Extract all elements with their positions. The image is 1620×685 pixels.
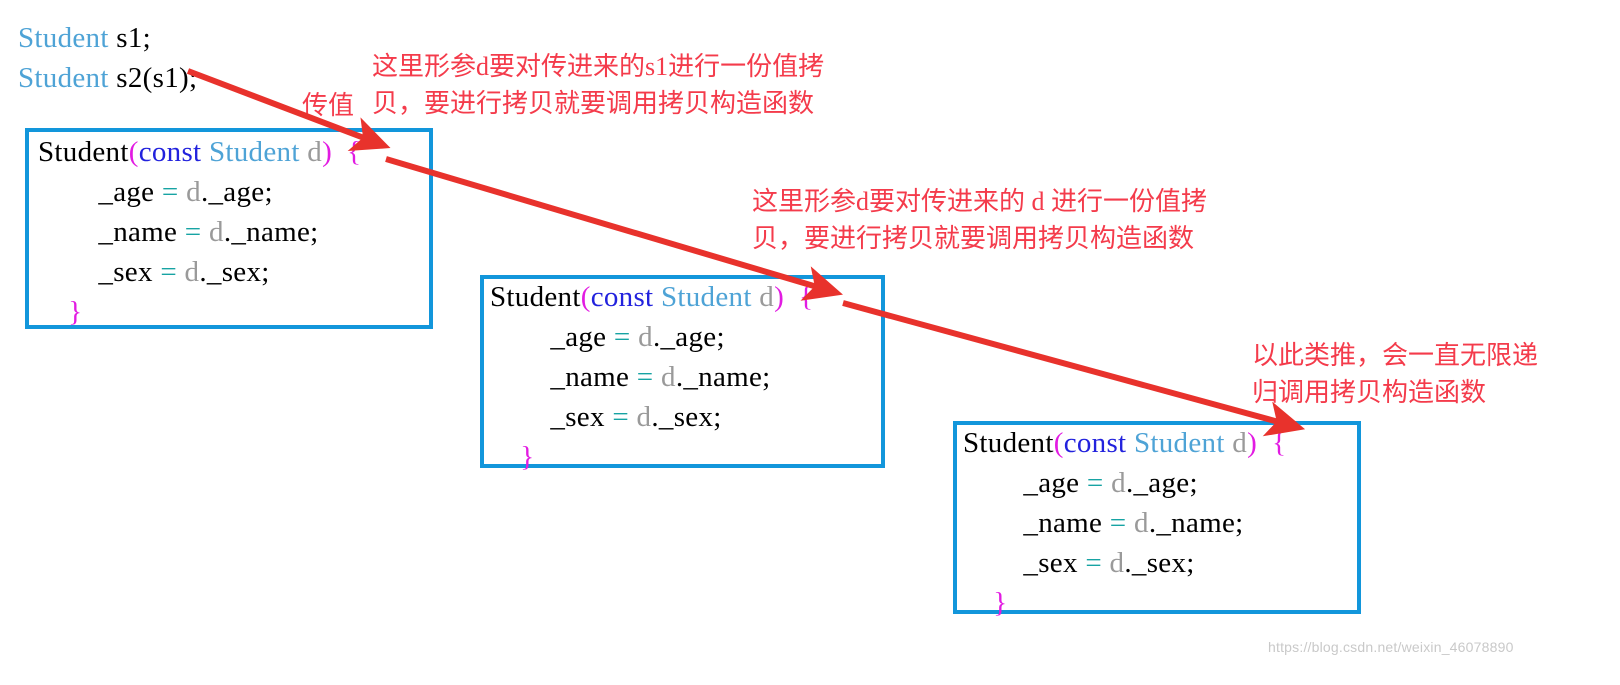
body-obj-3-1: d — [1134, 507, 1149, 539]
sig-keyword-1: const — [138, 136, 202, 168]
copy-constructor-code-2: Student(const Student d) { _age = d._age… — [490, 277, 813, 477]
annotation-note-3-line-1: 以此类推，会一直无限递 — [1252, 341, 1539, 370]
sig-open-paren-1: ( — [128, 136, 139, 168]
body-op-2-1: = — [636, 361, 654, 393]
annotation-note-3-line-2: 归调用拷贝构造函数 — [1252, 378, 1487, 407]
sig-keyword-2: const — [590, 281, 654, 313]
decl-line2-rest: s2(s1); — [108, 62, 198, 94]
body-op-2-0: = — [613, 321, 631, 353]
body-obj-2-2: d — [636, 401, 652, 433]
sig-keyword-3: const — [1063, 427, 1127, 459]
arrow-box2-to-box3 — [842, 300, 1306, 437]
body-member-3-1: _name — [1023, 507, 1103, 539]
body-obj-2-1: d — [661, 361, 676, 393]
close-brace-1: } — [68, 296, 83, 328]
sig-open-brace-2: { — [799, 281, 814, 313]
body-member-1-0: _age — [98, 176, 155, 208]
watermark-url: https://blog.csdn.net/weixin_46078890 — [1268, 639, 1514, 655]
annotation-note-1-line-2: 贝，要进行拷贝就要调用拷贝构造函数 — [372, 89, 815, 118]
body-obj-1-2: d — [184, 256, 200, 288]
body-access-1-2: ._sex; — [199, 256, 270, 288]
sig-open-brace-3: { — [1272, 427, 1287, 459]
annotation-pass-by-value: 传值 — [302, 91, 355, 120]
sig-type-2: Student — [660, 281, 752, 313]
sig-open-paren-2: ( — [580, 281, 591, 313]
body-member-1-2: _sex — [98, 256, 153, 288]
body-access-2-2: ._sex; — [651, 401, 722, 433]
body-obj-1-1: d — [209, 216, 224, 248]
sig-type-3: Student — [1133, 427, 1225, 459]
sig-param-3: d — [1232, 427, 1248, 459]
sig-close-paren-1: ) — [322, 136, 333, 168]
body-op-2-2: = — [612, 401, 629, 433]
body-obj-2-0: d — [638, 321, 653, 353]
copy-constructor-code-3: Student(const Student d) { _age = d._age… — [963, 423, 1286, 623]
close-brace-3: } — [993, 587, 1008, 619]
decl-line1-type: Student — [18, 22, 109, 54]
body-member-2-1: _name — [550, 361, 630, 393]
body-member-3-2: _sex — [1023, 547, 1078, 579]
annotation-note-3: 以此类推，会一直无限递 归调用拷贝构造函数 — [1252, 337, 1538, 411]
annotation-note-2: 这里形参d要对传进来的 d 进行一份值拷 贝，要进行拷贝就要调用拷贝构造函数 — [752, 183, 1207, 257]
close-brace-2: } — [520, 441, 535, 473]
body-obj-1-0: d — [186, 176, 201, 208]
annotation-note-1: 这里形参d要对传进来的s1进行一份值拷 贝，要进行拷贝就要调用拷贝构造函数 — [372, 48, 824, 122]
sig-name-2: Student — [490, 281, 581, 313]
sig-param-2: d — [759, 281, 775, 313]
body-access-2-1: ._name; — [675, 361, 771, 393]
sig-open-brace-1: { — [347, 136, 362, 168]
body-op-3-0: = — [1086, 467, 1104, 499]
body-obj-3-2: d — [1109, 547, 1125, 579]
body-member-1-1: _name — [98, 216, 178, 248]
annotation-note-2-line-2: 贝，要进行拷贝就要调用拷贝构造函数 — [752, 224, 1195, 253]
decl-line2-type: Student — [18, 62, 109, 94]
sig-type-1: Student — [208, 136, 300, 168]
sig-param-1: d — [307, 136, 323, 168]
declaration-statements: Student s1; Student s2(s1); — [18, 18, 197, 98]
body-access-3-0: ._age; — [1125, 467, 1198, 499]
copy-constructor-code-1: Student(const Student d) { _age = d._age… — [38, 132, 361, 332]
body-op-3-1: = — [1109, 507, 1127, 539]
body-op-1-1: = — [184, 216, 202, 248]
body-obj-3-0: d — [1111, 467, 1126, 499]
body-access-3-1: ._name; — [1148, 507, 1244, 539]
sig-name-1: Student — [38, 136, 129, 168]
body-member-2-2: _sex — [550, 401, 605, 433]
body-op-3-2: = — [1085, 547, 1102, 579]
sig-name-3: Student — [963, 427, 1054, 459]
body-access-1-1: ._name; — [223, 216, 319, 248]
diagram-canvas: Student s1; Student s2(s1); Student(cons… — [0, 0, 1620, 685]
body-op-1-0: = — [161, 176, 179, 208]
body-access-1-0: ._age; — [200, 176, 273, 208]
annotation-note-1-line-1: 这里形参d要对传进来的s1进行一份值拷 — [372, 52, 825, 81]
body-access-3-2: ._sex; — [1124, 547, 1195, 579]
body-op-1-2: = — [160, 256, 177, 288]
body-access-2-0: ._age; — [652, 321, 725, 353]
sig-close-paren-3: ) — [1247, 427, 1258, 459]
decl-line1-rest: s1; — [108, 22, 152, 54]
sig-close-paren-2: ) — [774, 281, 785, 313]
body-member-3-0: _age — [1023, 467, 1080, 499]
body-member-2-0: _age — [550, 321, 607, 353]
sig-open-paren-3: ( — [1053, 427, 1064, 459]
annotation-note-2-line-1: 这里形参d要对传进来的 d 进行一份值拷 — [752, 187, 1208, 216]
